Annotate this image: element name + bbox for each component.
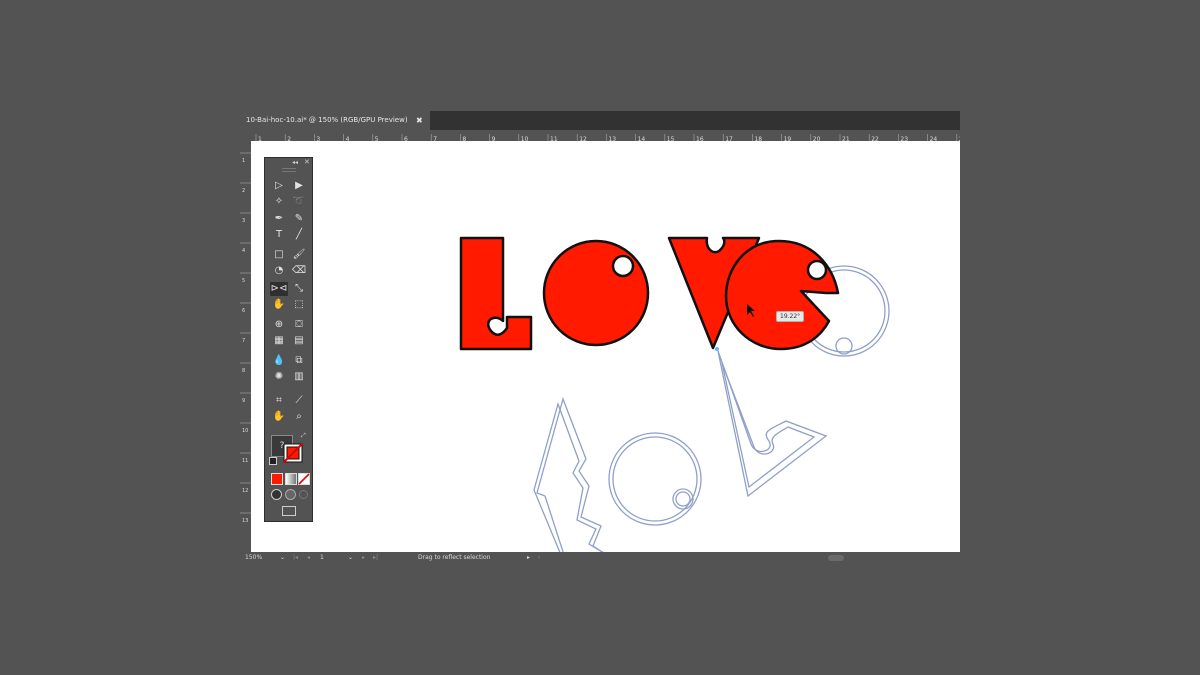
outline-letter-v — [717, 350, 828, 498]
magic-wand-tool-icon[interactable]: ✧ — [270, 195, 288, 209]
rectangle-tool-icon[interactable]: □ — [270, 248, 288, 262]
type-tool-icon[interactable]: T — [270, 228, 288, 242]
shape-builder-tool-icon[interactable]: ⊕ — [270, 318, 288, 332]
document-tab-title: 10-Bai-hoc-10.ai* @ 150% (RGB/GPU Previe… — [246, 116, 408, 124]
letter-o-hole — [611, 254, 635, 278]
rotation-angle-tooltip: 19.22° — [776, 311, 805, 322]
none-mode-icon[interactable] — [298, 473, 310, 485]
outline-letter-o — [608, 432, 702, 526]
artboard-dropdown-icon[interactable]: ⌄ — [348, 552, 353, 564]
outline-letter-l — [536, 396, 604, 552]
illustrator-window: 10-Bai-hoc-10.ai* @ 150% (RGB/GPU Previe… — [240, 111, 960, 564]
close-panel-icon[interactable]: ✕ — [304, 158, 310, 166]
horizontal-ruler[interactable]: 1234567891011121314151617181920212223242… — [240, 130, 960, 141]
first-artboard-icon[interactable]: |◂ — [293, 552, 298, 564]
gradient-mode-icon[interactable] — [285, 473, 297, 485]
direct-selection-tool-icon[interactable]: ▶ — [290, 179, 308, 193]
love-artwork[interactable] — [459, 236, 840, 351]
draw-normal-icon[interactable] — [271, 489, 282, 500]
artboard-number[interactable]: 1 — [320, 552, 324, 564]
eyedropper-tool-icon[interactable]: 💧 — [270, 354, 288, 368]
paintbrush-tool-icon[interactable]: 🖌 — [290, 248, 308, 262]
outline-letter-v-inner — [721, 362, 816, 489]
live-paint-tool-icon[interactable]: ⛋ — [290, 318, 308, 332]
zoom-dropdown-icon[interactable]: ⌄ — [280, 552, 285, 564]
swap-colors-icon[interactable]: ⤢ — [301, 432, 308, 439]
ruler-v-label: 1 — [242, 158, 245, 164]
ruler-v-label: 5 — [242, 278, 245, 284]
slice-tool-icon[interactable]: ⟋ — [290, 394, 308, 408]
artboard-canvas[interactable] — [251, 141, 960, 552]
vertical-ruler[interactable]: 1 2 3 4 5 6 7 8 9 10 11 12 13 — [240, 141, 251, 552]
ruler-v-label: 3 — [242, 218, 245, 224]
letter-e-hole — [806, 259, 828, 281]
ruler-v-label: 13 — [242, 518, 248, 524]
collapse-panel-icon[interactable]: ◂◂ — [292, 159, 298, 166]
draw-behind-icon[interactable] — [285, 489, 296, 500]
letter-e — [724, 239, 840, 351]
vertical-ruler-ticks: 12345678910111213 — [240, 152, 251, 524]
ruler-v-label: 10 — [242, 428, 248, 434]
symbol-sprayer-tool-icon[interactable]: ✺ — [270, 370, 288, 384]
scroll-left-icon[interactable]: ‹ — [538, 552, 540, 564]
artboard-tool-icon[interactable]: ⌗ — [270, 394, 288, 408]
next-artboard-icon[interactable]: ▸ — [362, 552, 365, 564]
puppet-warp-tool-icon[interactable]: ✋ — [270, 298, 288, 312]
reference-point-marker — [715, 347, 719, 351]
artwork — [459, 236, 890, 552]
default-colors-icon[interactable] — [269, 457, 277, 465]
hand-tool-icon[interactable]: ✋ — [270, 410, 288, 424]
ruler-v-label: 9 — [242, 398, 245, 404]
ruler-v-label: 8 — [242, 368, 245, 374]
status-menu-icon[interactable]: ▸ — [527, 552, 530, 564]
tools-panel: ◂◂ ✕ ▷ ▶ ✧ ➰ ✒ ✎ T ╱ □ 🖌 ◔ ⌫ ⊳⊲ ⤡ ✋ ⬚ ⊕ ⛋ ▦ ▤ 💧 ⧉ ✺ ▥ ⌗ ⟋ ✋ ⌕ ? ⤢ — [264, 157, 313, 522]
ruler-v-label: 6 — [242, 308, 245, 314]
blend-tool-icon[interactable]: ⧉ — [290, 354, 308, 368]
letter-o — [542, 239, 650, 347]
horizontal-ruler-ticks: 1234567891011121314151617181920212223242… — [255, 134, 960, 141]
curvature-tool-icon[interactable]: ✎ — [290, 212, 308, 226]
line-tool-icon[interactable]: ╱ — [290, 228, 308, 242]
color-mode-icon[interactable] — [271, 473, 283, 485]
last-artboard-icon[interactable]: ▸| — [373, 552, 378, 564]
free-transform-tool-icon[interactable]: ⬚ — [290, 298, 308, 312]
panel-grip[interactable] — [282, 168, 296, 172]
gradient-tool-icon[interactable]: ▤ — [290, 334, 308, 348]
column-graph-tool-icon[interactable]: ▥ — [290, 370, 308, 384]
document-tab[interactable]: 10-Bai-hoc-10.ai* @ 150% (RGB/GPU Previe… — [240, 111, 430, 130]
status-message: Drag to reflect selection — [418, 554, 491, 561]
lasso-tool-icon[interactable]: ➰ — [290, 195, 308, 209]
ruler-v-label: 2 — [242, 188, 245, 194]
letter-l — [459, 236, 533, 351]
zoom-level[interactable]: 150% — [245, 552, 262, 564]
horizontal-scrollbar-thumb[interactable] — [828, 555, 844, 561]
scale-tool-icon[interactable]: ⤡ — [290, 282, 308, 296]
document-tab-bar: 10-Bai-hoc-10.ai* @ 150% (RGB/GPU Previe… — [240, 111, 960, 130]
ruler-v-label: 11 — [242, 458, 248, 464]
reflect-tool-icon[interactable]: ⊳⊲ — [270, 282, 288, 296]
draw-inside-icon[interactable] — [299, 490, 308, 499]
ruler-v-label: 7 — [242, 338, 245, 344]
pen-tool-icon[interactable]: ✒ — [270, 212, 288, 226]
status-bar: 150% ⌄ |◂ ◂ 1 ⌄ ▸ ▸| Drag to reflect sel… — [240, 552, 960, 564]
ruler-v-label: 4 — [242, 248, 245, 254]
screen-mode-icon[interactable] — [282, 506, 296, 516]
zoom-tool-icon[interactable]: ⌕ — [290, 410, 308, 424]
selection-tool-icon[interactable]: ▷ — [270, 179, 288, 193]
outline-letter-l-inner — [533, 401, 604, 552]
fill-stroke-widget[interactable]: ? ⤢ — [269, 432, 309, 466]
close-tab-icon[interactable]: ✖ — [416, 111, 423, 130]
perspective-grid-tool-icon[interactable]: ▦ — [270, 334, 288, 348]
previous-artboard-icon[interactable]: ◂ — [307, 552, 310, 564]
stroke-swatch[interactable] — [283, 443, 303, 463]
ruler-v-label: 12 — [242, 488, 248, 494]
outline-letter-o-hole-inner — [675, 491, 691, 507]
eraser-tool-icon[interactable]: ⌫ — [290, 264, 308, 278]
shaper-tool-icon[interactable]: ◔ — [270, 264, 288, 278]
